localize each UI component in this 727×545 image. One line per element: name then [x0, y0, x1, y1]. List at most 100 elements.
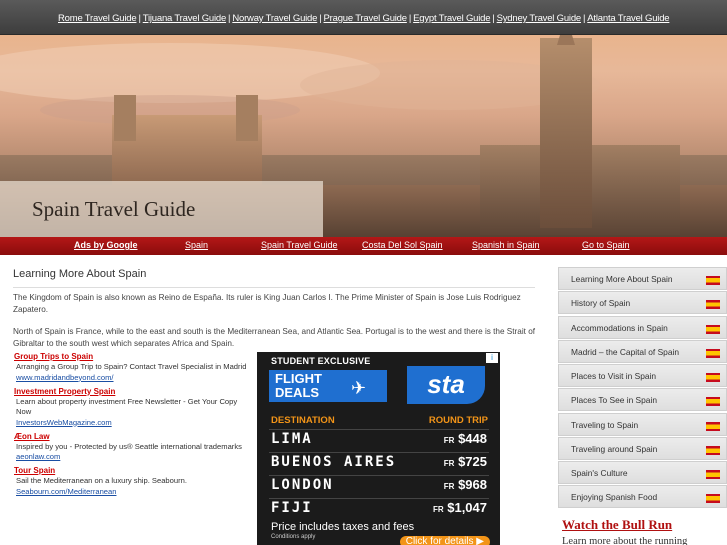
- sidebar-item-accommodations[interactable]: Accommodations in Spain: [558, 316, 727, 339]
- ad-description: Sail the Mediterranean on a luxury ship.…: [16, 476, 187, 485]
- click-for-details-button[interactable]: Click for details ▶: [399, 536, 490, 545]
- ad-title-link[interactable]: Æon Law: [14, 432, 250, 442]
- top-link-egypt[interactable]: Egypt Travel Guide: [413, 13, 490, 24]
- ad-url-link[interactable]: InvestorsWebMagazine.com: [14, 418, 250, 428]
- destination-header: DESTINATION: [271, 415, 335, 426]
- ad-title-link[interactable]: Investment Property Spain: [14, 387, 250, 397]
- text-ad-list: Group Trips to Spain Arranging a Group T…: [14, 352, 250, 501]
- header-image-toledo: Spain Travel Guide: [0, 35, 727, 237]
- top-link-prague[interactable]: Prague Travel Guide: [324, 13, 408, 24]
- sidebar-item-traveling-around[interactable]: Traveling around Spain: [558, 437, 727, 460]
- round-trip-header: ROUND TRIP: [428, 415, 488, 426]
- sidebar-nav: Learning More About Spain History of Spa…: [558, 265, 727, 545]
- top-link-tijuana[interactable]: Tijuana Travel Guide: [143, 13, 227, 24]
- sidebar-item-traveling-to[interactable]: Traveling to Spain: [558, 413, 727, 436]
- sidebar-item-food[interactable]: Enjoying Spanish Food: [558, 485, 727, 508]
- spain-flag-icon: [706, 349, 720, 358]
- sidebar-item-label: Madrid – the Capital of Spain: [571, 347, 680, 357]
- sidebar-item-label: Traveling around Spain: [571, 444, 658, 454]
- ad-link-bar: Ads by Google Spain Spain Travel Guide C…: [0, 237, 727, 255]
- route-row: BUENOS AIRES FR $725: [269, 452, 489, 471]
- route-price: FR $1,047: [432, 500, 487, 515]
- sidebar-item-label: Accommodations in Spain: [571, 323, 668, 333]
- flight-deals-box: FLIGHT DEALS ✈: [269, 370, 387, 402]
- sidebar-item-label: Enjoying Spanish Food: [571, 492, 658, 502]
- route-city: FIJI: [271, 500, 313, 516]
- sta-logo: sta: [407, 366, 485, 404]
- spain-flag-icon: [706, 446, 720, 455]
- bull-run-text: Learn more about the running: [562, 536, 688, 545]
- ad-description: Learn about property investment Free New…: [16, 396, 238, 417]
- spain-flag-icon: [706, 422, 720, 431]
- site-title-box: Spain Travel Guide: [0, 181, 323, 237]
- ad-link-spanish-in-spain[interactable]: Spanish in Spain: [472, 240, 540, 250]
- ads-by-google[interactable]: Ads by Google: [74, 240, 138, 250]
- intro-paragraph: The Kingdom of Spain is also known as Re…: [13, 293, 521, 314]
- banner-conditions: Conditions apply: [271, 534, 316, 540]
- alcazar-tower: [114, 95, 136, 141]
- route-row: FIJI FR $1,047: [269, 498, 489, 517]
- sidebar-item-places-to-visit[interactable]: Places to Visit in Spain: [558, 364, 727, 387]
- spain-flag-icon: [706, 325, 720, 334]
- top-link-norway[interactable]: Norway Travel Guide: [232, 13, 317, 24]
- spain-flag-icon: [706, 397, 720, 406]
- airplane-icon: ✈: [351, 378, 367, 398]
- spain-flag-icon: [706, 276, 720, 285]
- alcazar-tower: [236, 95, 258, 141]
- ad-url-link[interactable]: aeonlaw.com: [14, 452, 250, 462]
- route-city: BUENOS AIRES: [271, 454, 397, 470]
- route-price: FR $968: [443, 477, 487, 492]
- sidebar-item-label: Learning More About Spain: [571, 274, 673, 284]
- sidebar-item-label: Places To See in Spain: [571, 395, 657, 405]
- text-ad: Æon Law Inspired by you - Protected by u…: [14, 432, 250, 463]
- top-link-atlanta[interactable]: Atlanta Travel Guide: [587, 13, 669, 24]
- sidebar-item-learning-more[interactable]: Learning More About Spain: [558, 267, 727, 290]
- route-city: LONDON: [271, 477, 334, 493]
- spain-flag-icon: [706, 373, 720, 382]
- route-row: LONDON FR $968: [269, 475, 489, 494]
- sidebar-item-culture[interactable]: Spain's Culture: [558, 461, 727, 484]
- route-city: LIMA: [271, 431, 313, 447]
- top-links: Rome Travel Guide | Tijuana Travel Guide | N…: [58, 13, 670, 24]
- ad-description: Arranging a Group Trip to Spain? Contact…: [16, 362, 247, 371]
- route-price: FR $448: [443, 431, 487, 446]
- deals-label: DEALS: [275, 385, 320, 400]
- title-divider: [13, 287, 535, 288]
- ad-title-link[interactable]: Tour Spain: [14, 466, 250, 476]
- ad-link-spain-travel-guide[interactable]: Spain Travel Guide: [261, 240, 338, 250]
- geography-paragraph: North of Spain is France, while to the e…: [13, 327, 536, 348]
- main-content: Learning More About Spain The Kingdom of…: [0, 256, 550, 545]
- sidebar-item-places-to-see[interactable]: Places To See in Spain: [558, 388, 727, 411]
- bull-run-link[interactable]: Watch the Bull Run: [562, 517, 672, 533]
- adchoices-icon[interactable]: i: [486, 353, 498, 363]
- ad-url-link[interactable]: www.madridandbeyond.com/: [14, 373, 250, 383]
- sta-travel-banner-ad[interactable]: i STUDENT EXCLUSIVE FLIGHT DEALS ✈ sta D…: [257, 352, 500, 545]
- flight-deals-text: FLIGHT DEALS: [275, 372, 322, 400]
- ad-description: Inspired by you - Protected by us® Seatt…: [16, 441, 242, 451]
- top-link-sydney[interactable]: Sydney Travel Guide: [497, 13, 582, 24]
- spain-flag-icon: [706, 300, 720, 309]
- sidebar-item-madrid[interactable]: Madrid – the Capital of Spain: [558, 340, 727, 363]
- spain-flag-icon: [706, 494, 720, 503]
- sidebar-item-history[interactable]: History of Spain: [558, 291, 727, 314]
- cathedral-spire: [540, 38, 592, 228]
- ad-link-go-to-spain[interactable]: Go to Spain: [582, 240, 630, 250]
- top-link-rome[interactable]: Rome Travel Guide: [58, 13, 137, 24]
- flight-label: FLIGHT: [275, 371, 322, 386]
- banner-student-exclusive: STUDENT EXCLUSIVE: [271, 356, 371, 366]
- text-ad: Investment Property Spain Learn about pr…: [14, 387, 250, 428]
- cathedral-spire-tip: [557, 35, 575, 45]
- ad-url-link[interactable]: Seabourn.com/Mediterranean: [14, 487, 250, 497]
- site-title: Spain Travel Guide: [32, 197, 196, 221]
- ad-link-costa-del-sol[interactable]: Costa Del Sol Spain: [362, 240, 443, 250]
- banner-taxes-note: Price includes taxes and fees: [271, 521, 415, 533]
- top-link-bar: Rome Travel Guide | Tijuana Travel Guide | N…: [0, 0, 727, 35]
- route-price: FR $725: [443, 454, 487, 469]
- route-row: LIMA FR $448: [269, 429, 489, 448]
- ad-title-link[interactable]: Group Trips to Spain: [14, 352, 250, 362]
- ad-link-spain[interactable]: Spain: [185, 240, 208, 250]
- sidebar-item-label: Spain's Culture: [571, 468, 628, 478]
- sidebar-item-label: Traveling to Spain: [571, 420, 639, 430]
- spain-flag-icon: [706, 470, 720, 479]
- sidebar-item-label: History of Spain: [571, 298, 631, 308]
